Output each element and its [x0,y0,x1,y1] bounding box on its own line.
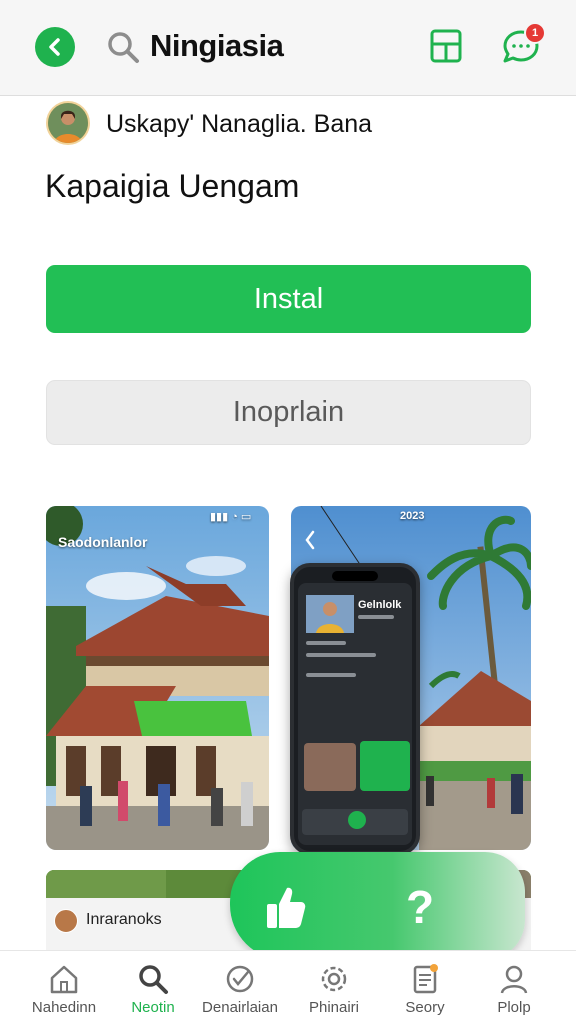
phone-text-line [306,641,346,645]
settings-icon [321,966,347,992]
phone-title: Gelnlolk [358,599,402,611]
bookmark-icon[interactable] [429,28,463,64]
preview-avatar [54,909,78,933]
install-button[interactable]: Instal [46,265,531,333]
nav-label: Seory [405,999,445,1016]
check-badge-icon [226,965,254,993]
nav-label: Neotin [131,999,175,1016]
status-bar-icons: ▮▮▮ ◔ ▭ [210,511,252,523]
notification-badge: 1 [524,22,546,44]
top-app-bar: Ningiasia 1 [0,0,576,96]
phone-notch [332,571,378,581]
nav-item-settings[interactable]: Phinairi [286,951,382,1024]
screenshot-1-caption: Saodonlanlor [58,534,148,550]
screenshot-1[interactable]: Saodonlanlor ▮▮▮ ◔ ▭ [46,506,269,850]
document-icon [413,964,438,994]
screenshot-2-year: 2023 [400,510,425,522]
nav-item-search[interactable]: Neotin [105,951,201,1024]
nav-label: Nahedinn [31,999,97,1016]
nav-item-home[interactable]: Nahedinn [16,951,112,1024]
phone-fab [348,811,366,829]
phone-text-line [306,673,356,677]
phone-card-green [360,741,410,791]
phone-text-line [306,653,376,657]
back-arrow-icon [49,38,60,56]
question-mark-icon[interactable]: ? [406,884,434,930]
page-title: Ningiasia [150,28,284,63]
nav-label: Plolp [497,999,531,1016]
nav-label: Denairlaian [202,999,278,1016]
profile-icon [500,965,528,994]
search-icon [139,965,168,994]
bottom-navigation: Nahedinn Neotin Denairlaian Phinairi Seo… [0,950,576,1024]
home-icon [50,965,78,994]
nav-item-profile[interactable]: Plolp [466,951,562,1024]
developer-avatar [46,101,90,145]
thumbs-up-icon[interactable] [265,884,307,930]
search-icon[interactable] [106,30,140,64]
nav-label: Phinairi [308,999,360,1016]
app-name: Kapaigia Uengam [45,168,300,204]
phone-mockup: Gelnlolk [290,563,420,855]
preview-label: Inraranoks [86,911,162,928]
back-button[interactable] [35,27,75,67]
phone-card-photo [304,743,356,791]
developer-name[interactable]: Uskapy' Nanaglia. Bana [106,110,372,139]
phone-screen: Gelnlolk [298,583,412,845]
phone-text-line [358,615,394,619]
secondary-button[interactable]: Inoprlain [46,380,531,445]
nav-item-check[interactable]: Denairlaian [192,951,288,1024]
nav-item-document[interactable]: Seory [377,951,473,1024]
phone-hero-image [306,595,354,633]
